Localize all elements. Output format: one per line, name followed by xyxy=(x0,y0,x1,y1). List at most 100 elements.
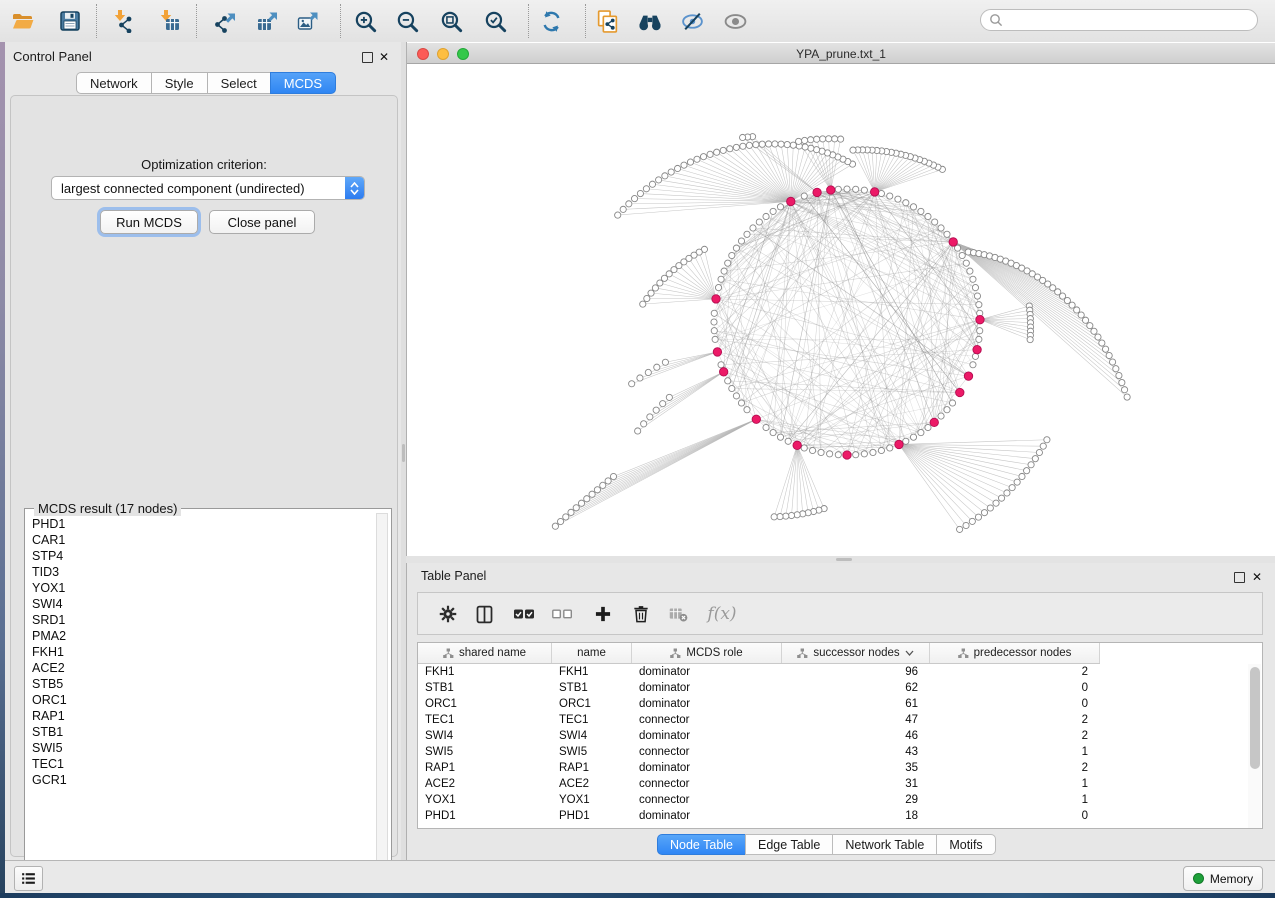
table-row[interactable]: PHD1PHD1dominator180 xyxy=(418,808,1248,824)
column-header-successor-nodes[interactable]: successor nodes xyxy=(782,643,930,663)
tab-select[interactable]: Select xyxy=(207,72,270,94)
hide-selected-icon[interactable] xyxy=(677,7,707,35)
table-row[interactable]: YOX1YOX1connector291 xyxy=(418,792,1248,808)
tab-network[interactable]: Network xyxy=(76,72,151,94)
column-header-predecessor-nodes[interactable]: predecessor nodes xyxy=(930,643,1100,663)
close-panel-icon[interactable]: ✕ xyxy=(1252,571,1262,583)
table-row[interactable]: ACE2ACE2connector311 xyxy=(418,776,1248,792)
task-history-button[interactable] xyxy=(14,866,43,891)
float-window-icon[interactable] xyxy=(362,52,373,63)
tab-network-table[interactable]: Network Table xyxy=(832,834,936,855)
mcds-result-item[interactable]: TEC1 xyxy=(32,756,391,772)
mcds-result-item[interactable]: YOX1 xyxy=(32,580,391,596)
apply-layout-icon[interactable] xyxy=(536,7,566,35)
tab-motifs[interactable]: Motifs xyxy=(936,834,995,855)
table-row[interactable]: RAP1RAP1dominator352 xyxy=(418,760,1248,776)
tab-node-table[interactable]: Node Table xyxy=(657,834,745,855)
search-network-icon[interactable] xyxy=(635,7,665,35)
mcds-tab-content: Optimization criterion: largest connecte… xyxy=(10,95,398,857)
open-file-icon[interactable] xyxy=(8,7,38,35)
mcds-result-item[interactable]: FKH1 xyxy=(32,644,391,660)
memory-status-icon xyxy=(1193,873,1204,884)
memory-button[interactable]: Memory xyxy=(1183,866,1263,891)
run-mcds-button[interactable]: Run MCDS xyxy=(100,210,198,234)
mcds-result-item[interactable]: SWI5 xyxy=(32,740,391,756)
criterion-value: largest connected component (undirected) xyxy=(52,181,345,196)
mcds-result-item[interactable]: ACE2 xyxy=(32,660,391,676)
create-column-icon[interactable] xyxy=(589,601,617,627)
cell-shared_name: FKH1 xyxy=(418,664,552,680)
mcds-result-item[interactable]: RAP1 xyxy=(32,708,391,724)
mcds-result-item[interactable]: STB5 xyxy=(32,676,391,692)
cell-name: SWI5 xyxy=(552,744,632,760)
mcds-result-item[interactable]: ORC1 xyxy=(32,692,391,708)
zoom-selected-icon[interactable] xyxy=(480,7,510,35)
mcds-result-item[interactable]: PHD1 xyxy=(32,516,391,532)
cell-predecessors: 1 xyxy=(930,792,1100,808)
main-toolbar xyxy=(0,0,1275,43)
mcds-result-item[interactable]: CAR1 xyxy=(32,532,391,548)
table-settings-gear-icon[interactable] xyxy=(434,601,462,627)
mcds-result-item[interactable]: TID3 xyxy=(32,564,391,580)
table-row[interactable]: STB1STB1dominator620 xyxy=(418,680,1248,696)
save-session-icon[interactable] xyxy=(55,7,85,35)
table-row[interactable]: SWI4SWI4dominator462 xyxy=(418,728,1248,744)
import-network-icon[interactable] xyxy=(109,7,139,35)
delete-column-trash-icon[interactable] xyxy=(627,601,655,627)
zoom-in-icon[interactable] xyxy=(350,7,380,35)
column-header-MCDS-role[interactable]: MCDS role xyxy=(632,643,782,663)
mcds-list-scrollbar[interactable] xyxy=(376,513,388,873)
table-scrollbar[interactable] xyxy=(1248,664,1261,828)
cell-role: connector xyxy=(632,792,782,808)
float-window-icon[interactable] xyxy=(1234,572,1245,583)
desktop-wallpaper-edge xyxy=(0,893,1275,898)
deselect-all-rows-icon[interactable] xyxy=(548,601,576,627)
cell-name: FKH1 xyxy=(552,664,632,680)
table-row[interactable]: FKH1FKH1dominator962 xyxy=(418,664,1248,680)
mcds-result-item[interactable]: SRD1 xyxy=(32,612,391,628)
mcds-result-group: MCDS result (17 nodes) PHD1CAR1STP4TID3Y… xyxy=(24,508,392,880)
tab-mcds[interactable]: MCDS xyxy=(270,72,336,94)
clone-network-icon[interactable] xyxy=(592,7,622,35)
table-scrollbar-thumb[interactable] xyxy=(1250,667,1260,769)
zoom-out-icon[interactable] xyxy=(392,7,422,35)
function-builder-icon-disabled[interactable]: f(x) xyxy=(702,601,742,627)
horizontal-splitter[interactable] xyxy=(406,556,1275,563)
network-window-titlebar[interactable]: YPA_prune.txt_1 xyxy=(407,43,1275,64)
cell-name: RAP1 xyxy=(552,760,632,776)
control-panel: Control Panel ✕ Network Style Select MCD… xyxy=(5,42,401,860)
cell-predecessors: 2 xyxy=(930,760,1100,776)
close-panel-button[interactable]: Close panel xyxy=(209,210,315,234)
mcds-result-item[interactable]: GCR1 xyxy=(32,772,391,788)
cell-role: connector xyxy=(632,712,782,728)
import-table-icon[interactable] xyxy=(155,7,185,35)
zoom-fit-icon[interactable] xyxy=(436,7,466,35)
column-header-name[interactable]: name xyxy=(552,643,632,663)
show-columns-icon[interactable] xyxy=(470,601,498,627)
mcds-result-item[interactable]: STB1 xyxy=(32,724,391,740)
export-table-icon[interactable] xyxy=(253,7,283,35)
mcds-result-item[interactable]: STP4 xyxy=(32,548,391,564)
tab-style[interactable]: Style xyxy=(151,72,207,94)
delete-table-icon-disabled[interactable] xyxy=(664,601,692,627)
mcds-result-list[interactable]: PHD1CAR1STP4TID3YOX1SWI4SRD1PMA2FKH1ACE2… xyxy=(25,509,391,868)
mcds-result-item[interactable]: SWI4 xyxy=(32,596,391,612)
column-header-shared-name[interactable]: shared name xyxy=(418,643,552,663)
export-network-icon[interactable] xyxy=(211,7,241,35)
criterion-dropdown[interactable]: largest connected component (undirected) xyxy=(51,176,365,200)
table-row[interactable]: SWI5SWI5connector431 xyxy=(418,744,1248,760)
show-all-icon[interactable] xyxy=(720,7,750,35)
table-row[interactable]: ORC1ORC1dominator610 xyxy=(418,696,1248,712)
network-canvas[interactable] xyxy=(407,64,1275,556)
select-all-rows-icon[interactable] xyxy=(510,601,538,627)
mcds-result-item[interactable]: PMA2 xyxy=(32,628,391,644)
close-panel-icon[interactable]: ✕ xyxy=(379,51,389,63)
table-body[interactable]: FKH1FKH1dominator962STB1STB1dominator620… xyxy=(418,664,1248,824)
table-row[interactable]: TEC1TEC1connector472 xyxy=(418,712,1248,728)
search-input[interactable] xyxy=(980,9,1258,31)
cell-shared_name: SWI5 xyxy=(418,744,552,760)
export-image-icon[interactable] xyxy=(293,7,323,35)
tab-edge-table[interactable]: Edge Table xyxy=(745,834,832,855)
sort-chevron-icon[interactable] xyxy=(905,650,914,656)
cell-role: dominator xyxy=(632,760,782,776)
